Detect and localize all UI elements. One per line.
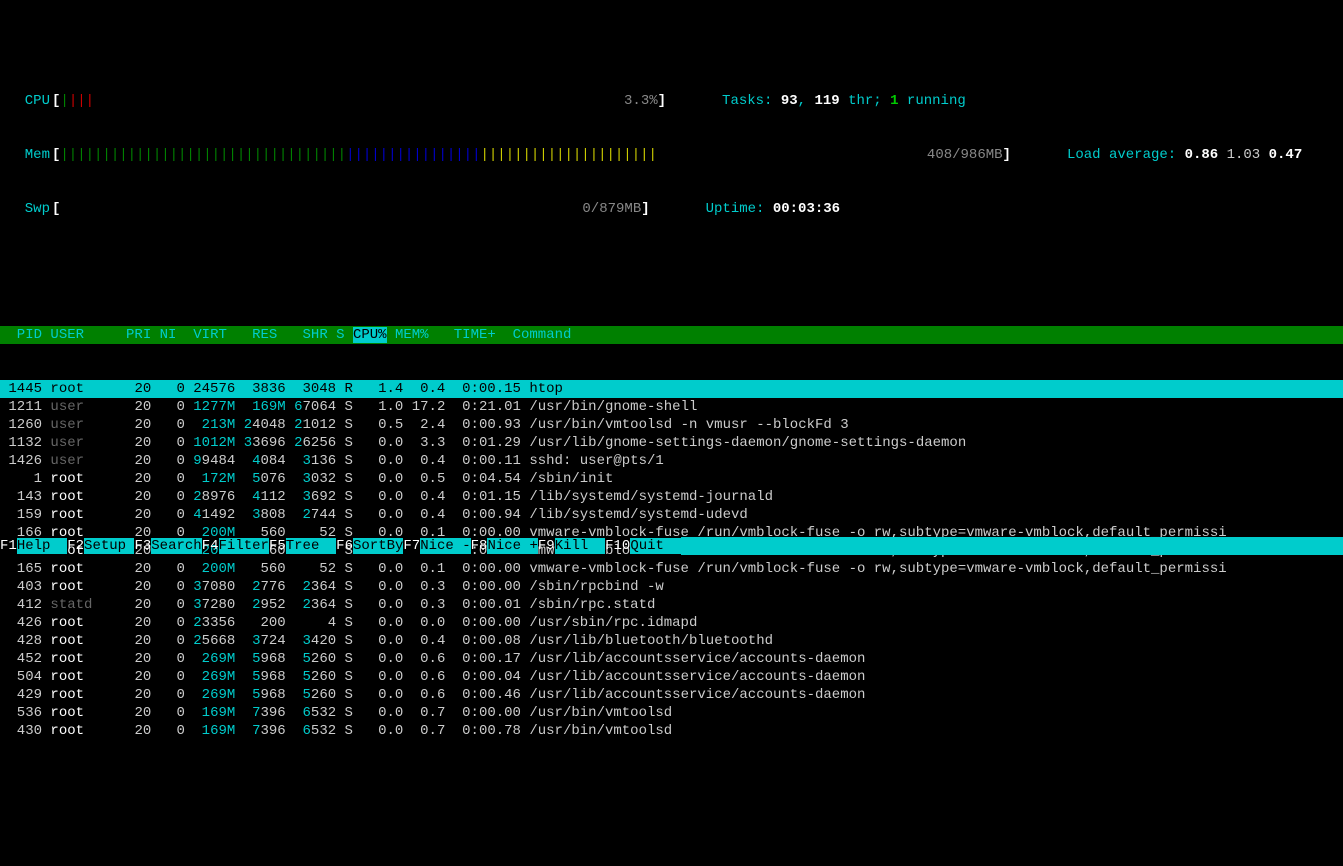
- col-header[interactable]: VIRT: [176, 327, 226, 343]
- process-row[interactable]: 1445 root 20 0 24576 3836 3048 R 1.4 0.4…: [0, 380, 1343, 398]
- cpu-meter: CPU[||||3.3%] Tasks: 93, 119 thr; 1 runn…: [0, 92, 1343, 110]
- fnkey: F7: [403, 538, 420, 554]
- fnkey-label[interactable]: Setup: [84, 538, 134, 554]
- col-header[interactable]: TIME+: [429, 327, 505, 343]
- function-bar: F1Help F2Setup F3SearchF4FilterF5Tree F6…: [0, 537, 1343, 555]
- spacer: [0, 254, 1343, 272]
- process-row[interactable]: 430 root 20 0 169M 7396 6532 S 0.0 0.7 0…: [0, 722, 1343, 740]
- col-header[interactable]: RES: [227, 327, 277, 343]
- fnkey: F3: [134, 538, 151, 554]
- fnkey-label[interactable]: Quit: [630, 538, 680, 554]
- cpu-spacer: [94, 92, 624, 110]
- process-row[interactable]: 412 statd 20 0 37280 2952 2364 S 0.0 0.3…: [0, 596, 1343, 614]
- process-row[interactable]: 1132 user 20 0 1012M 33696 26256 S 0.0 3…: [0, 434, 1343, 452]
- process-row[interactable]: 1211 user 20 0 1277M 169M 67064 S 1.0 17…: [0, 398, 1343, 416]
- process-row[interactable]: 1260 user 20 0 213M 24048 21012 S 0.5 2.…: [0, 416, 1343, 434]
- process-row[interactable]: 536 root 20 0 169M 7396 6532 S 0.0 0.7 0…: [0, 704, 1343, 722]
- fnkey-label[interactable]: Search: [151, 538, 201, 554]
- process-row[interactable]: 159 root 20 0 41492 3808 2744 S 0.0 0.4 …: [0, 506, 1343, 524]
- mem-label: Mem: [0, 146, 52, 164]
- fnkey-label[interactable]: Filter: [219, 538, 269, 554]
- uptime-info: Uptime: 00:03:36: [706, 200, 840, 218]
- mem-meter: Mem[||||||||||||||||||||||||||||||||||||…: [0, 146, 1343, 164]
- fnkey: F4: [202, 538, 219, 554]
- fnkey: F8: [471, 538, 488, 554]
- process-row[interactable]: 1 root 20 0 172M 5076 3032 S 0.0 0.5 0:0…: [0, 470, 1343, 488]
- fnkey-label[interactable]: Nice +: [487, 538, 537, 554]
- fnkey-label[interactable]: Nice -: [420, 538, 470, 554]
- fnkey: F1: [0, 538, 17, 554]
- swp-spacer: [60, 200, 582, 218]
- fnkey: F5: [269, 538, 286, 554]
- col-header[interactable]: MEM%: [387, 327, 429, 343]
- fnkey: F9: [538, 538, 555, 554]
- col-header[interactable]: Command: [504, 327, 571, 343]
- swp-meter: Swp[0/879MB] Uptime: 00:03:36: [0, 200, 1343, 218]
- col-header[interactable]: CPU%: [353, 327, 387, 343]
- process-row[interactable]: 165 root 20 0 200M 560 52 S 0.0 0.1 0:00…: [0, 560, 1343, 578]
- mem-bar: ||||||||||||||||||||||||||||||||||||||||…: [60, 146, 657, 164]
- fnkey: F10: [605, 538, 630, 554]
- fnkey-label[interactable]: Help: [17, 538, 67, 554]
- process-row[interactable]: 452 root 20 0 269M 5968 5260 S 0.0 0.6 0…: [0, 650, 1343, 668]
- col-header[interactable]: S: [328, 327, 353, 343]
- cpu-bar: ||||: [60, 92, 94, 110]
- process-row[interactable]: 504 root 20 0 269M 5968 5260 S 0.0 0.6 0…: [0, 668, 1343, 686]
- fnkey-label[interactable]: Kill: [555, 538, 605, 554]
- process-list[interactable]: 1445 root 20 0 24576 3836 3048 R 1.4 0.4…: [0, 380, 1343, 740]
- process-row[interactable]: 143 root 20 0 28976 4112 3692 S 0.0 0.4 …: [0, 488, 1343, 506]
- load-info: Load average: 0.86 1.03 0.47: [1067, 146, 1302, 164]
- process-row[interactable]: 1426 user 20 0 99484 4084 3136 S 0.0 0.4…: [0, 452, 1343, 470]
- column-header[interactable]: PID USER PRI NI VIRT RES SHR S CPU% MEM%…: [0, 326, 1343, 344]
- process-row[interactable]: 428 root 20 0 25668 3724 3420 S 0.0 0.4 …: [0, 632, 1343, 650]
- col-header[interactable]: USER: [42, 327, 126, 343]
- process-row[interactable]: 429 root 20 0 269M 5968 5260 S 0.0 0.6 0…: [0, 686, 1343, 704]
- mem-value: 408/986MB: [927, 146, 1003, 164]
- cpu-value: 3.3%: [624, 92, 658, 110]
- mem-spacer: [657, 146, 927, 164]
- fnkey: F2: [67, 538, 84, 554]
- swp-label: Swp: [0, 200, 52, 218]
- process-row[interactable]: 403 root 20 0 37080 2776 2364 S 0.0 0.3 …: [0, 578, 1343, 596]
- col-header[interactable]: PRI: [126, 327, 151, 343]
- fnkey: F6: [336, 538, 353, 554]
- fnkey-label[interactable]: Tree: [286, 538, 336, 554]
- swp-value: 0/879MB: [582, 200, 641, 218]
- fnkey-label[interactable]: SortBy: [353, 538, 403, 554]
- htop-screen: CPU[||||3.3%] Tasks: 93, 119 thr; 1 runn…: [0, 54, 1343, 758]
- col-header[interactable]: PID: [0, 327, 42, 343]
- col-header[interactable]: SHR: [277, 327, 327, 343]
- process-row[interactable]: 426 root 20 0 23356 200 4 S 0.0 0.0 0:00…: [0, 614, 1343, 632]
- col-header[interactable]: NI: [151, 327, 176, 343]
- cpu-label: CPU: [0, 92, 52, 110]
- tasks-info: Tasks: 93, 119 thr; 1 running: [722, 92, 966, 110]
